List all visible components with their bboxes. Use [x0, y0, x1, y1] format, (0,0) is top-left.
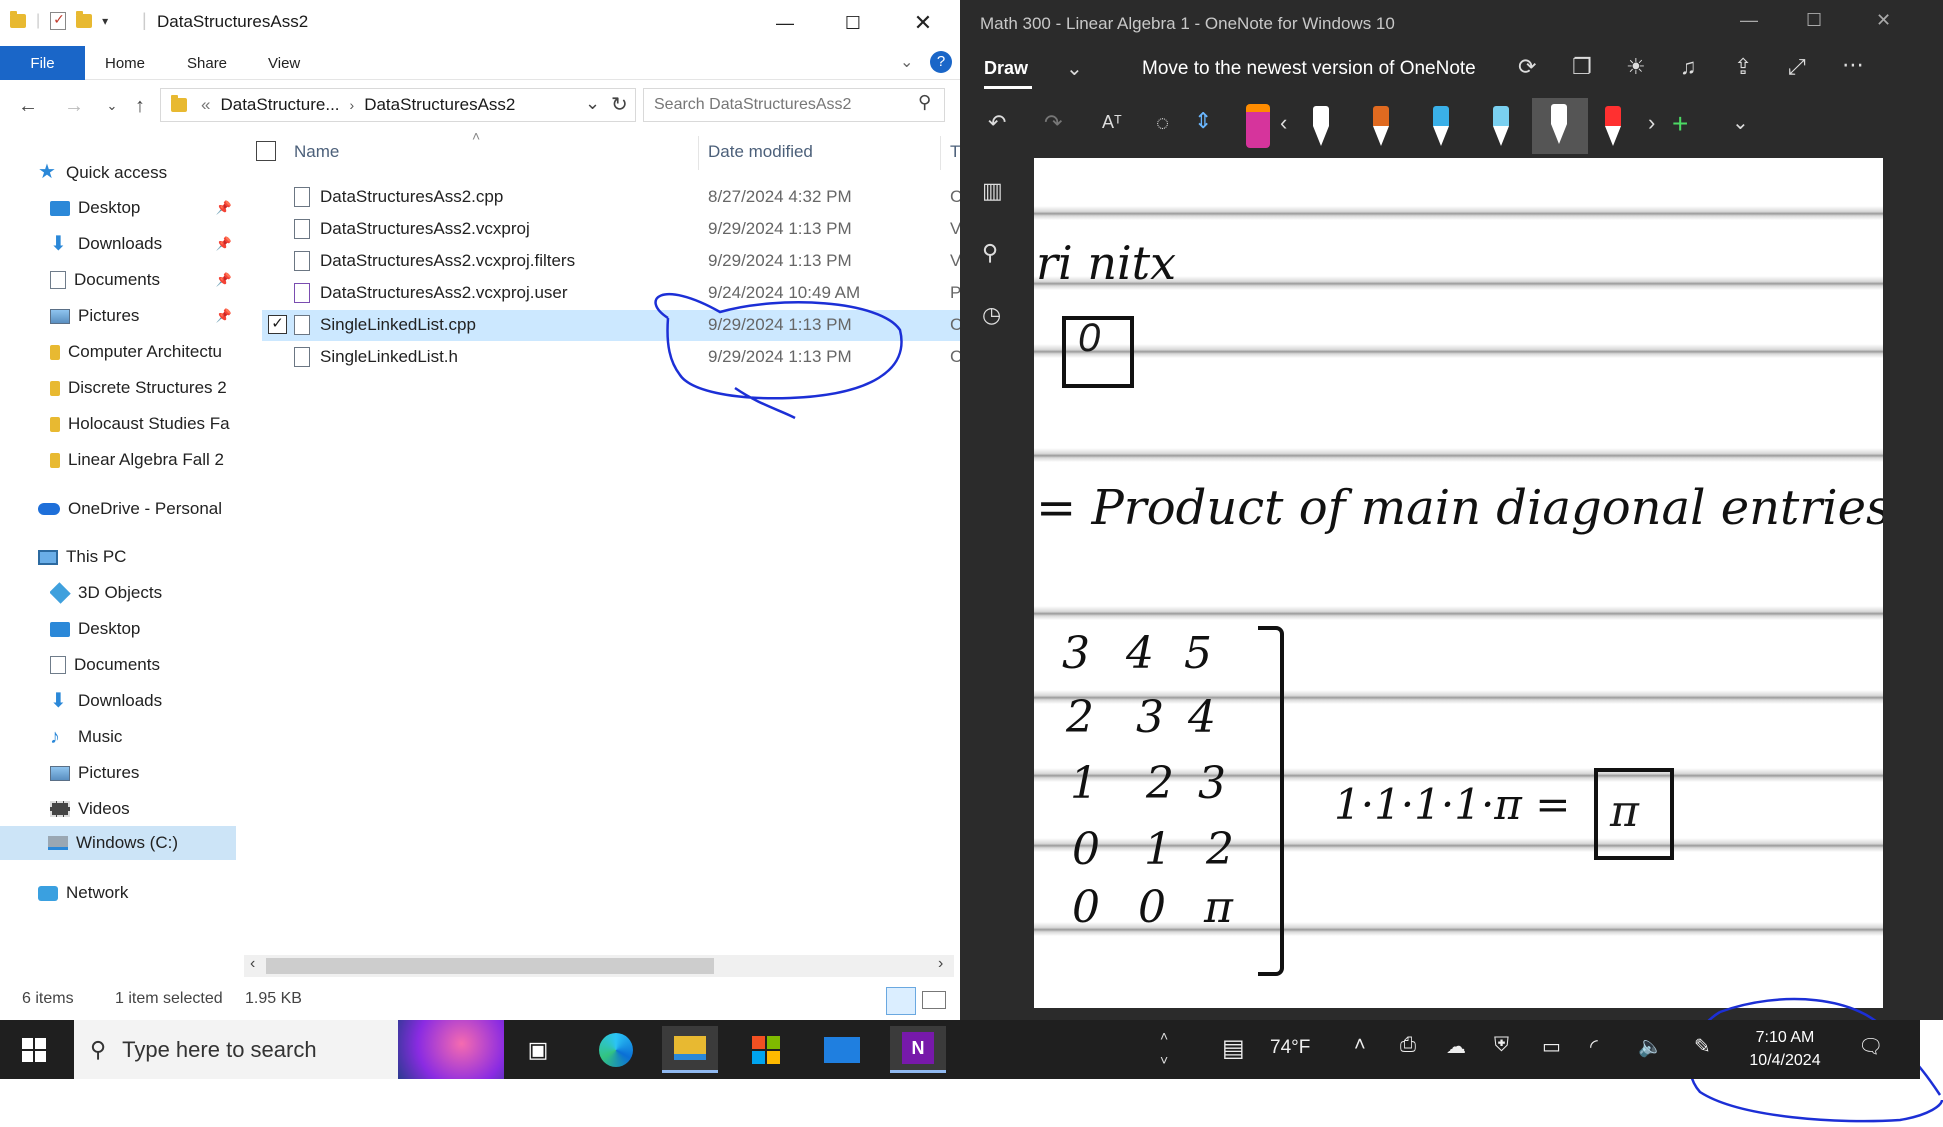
clock-time: 7:10 AM	[1755, 1029, 1815, 1046]
weather-icon[interactable]: ▤	[1222, 1034, 1245, 1063]
search-highlight-image	[398, 1020, 504, 1079]
taskbar-scroll-icon[interactable]: ˄ ˅	[1160, 1024, 1168, 1072]
annotation-circle-date	[654, 293, 903, 420]
onedrive-tray-icon[interactable]: ☁	[1446, 1034, 1466, 1059]
battery-icon[interactable]: ▭	[1542, 1034, 1561, 1059]
wifi-icon[interactable]: ◜	[1590, 1034, 1598, 1059]
clock-date: 10/4/2024	[1749, 1052, 1821, 1069]
notifications-icon[interactable]: 🗨	[1858, 1034, 1883, 1059]
windows-taskbar: ⚲ Type here to search ▣ N ˄ ˅ ▤ 74°F ˄ ⎙ …	[0, 1020, 1920, 1079]
task-view-icon[interactable]: ▣	[510, 1026, 566, 1073]
pen-workspace-icon[interactable]: ✎	[1694, 1034, 1711, 1059]
microsoft-store-icon[interactable]	[738, 1026, 794, 1073]
mail-icon[interactable]	[814, 1026, 870, 1073]
show-hidden-icons-icon[interactable]: ˄	[1354, 1034, 1366, 1057]
weather-temperature[interactable]: 74°F	[1270, 1037, 1310, 1059]
annotation-overlay	[654, 293, 1943, 1123]
onenote-taskbar-icon[interactable]: N	[890, 1026, 946, 1073]
search-icon: ⚲	[90, 1036, 107, 1062]
security-icon[interactable]: ⛨	[1494, 1034, 1509, 1057]
windows-start-icon[interactable]	[22, 1038, 46, 1062]
meet-now-icon[interactable]: ⎙	[1400, 1034, 1416, 1057]
taskbar-search-box[interactable]: ⚲ Type here to search	[74, 1020, 504, 1079]
file-explorer-taskbar-icon[interactable]	[662, 1026, 718, 1073]
volume-icon[interactable]: 🔈	[1638, 1034, 1663, 1059]
taskbar-clock[interactable]: 7:10 AM 10/4/2024	[1745, 1026, 1825, 1072]
edge-browser-icon[interactable]	[588, 1026, 644, 1073]
